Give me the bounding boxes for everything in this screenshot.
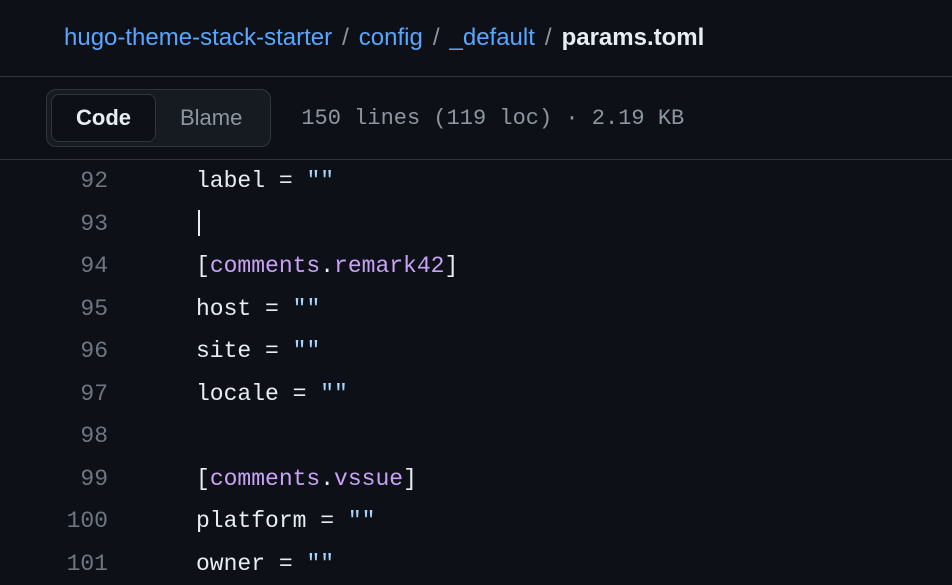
token-section: comments: [210, 253, 320, 279]
line-content[interactable]: label = "": [140, 160, 334, 203]
tab-blame[interactable]: Blame: [156, 95, 266, 141]
line-content[interactable]: platform = "": [140, 500, 375, 543]
token-eq: =: [251, 296, 292, 322]
line-number[interactable]: 97: [0, 373, 140, 416]
token-str: "": [320, 381, 348, 407]
line-number[interactable]: 92: [0, 160, 140, 203]
token-key: host: [196, 296, 251, 322]
token-eq: =: [279, 381, 320, 407]
line-content[interactable]: [comments.vssue]: [140, 458, 417, 501]
line-number[interactable]: 98: [0, 415, 140, 458]
code-line[interactable]: 93: [0, 203, 952, 246]
code-line[interactable]: 96site = "": [0, 330, 952, 373]
token-bracket: [: [196, 253, 210, 279]
code-line[interactable]: 92label = "": [0, 160, 952, 203]
code-line[interactable]: 95host = "": [0, 288, 952, 331]
file-info: 150 lines (119 loc) · 2.19 KB: [301, 106, 684, 131]
token-eq: =: [265, 168, 306, 194]
line-content[interactable]: owner = "": [140, 543, 334, 585]
token-key: locale: [196, 381, 279, 407]
token-bracket: [: [196, 466, 210, 492]
token-str: "": [348, 508, 376, 534]
line-content[interactable]: locale = "": [140, 373, 348, 416]
token-str: "": [293, 338, 321, 364]
breadcrumb-link-repo[interactable]: hugo-theme-stack-starter: [64, 24, 332, 52]
token-str: "": [306, 551, 334, 577]
token-eq: =: [251, 338, 292, 364]
breadcrumb-link-config[interactable]: config: [359, 24, 423, 52]
line-number[interactable]: 101: [0, 543, 140, 585]
token-key: site: [196, 338, 251, 364]
line-content[interactable]: [140, 203, 200, 246]
code-line[interactable]: 98: [0, 415, 952, 458]
token-key: label: [196, 168, 265, 194]
line-number[interactable]: 94: [0, 245, 140, 288]
text-cursor: [198, 210, 200, 236]
code-line[interactable]: 94[comments.remark42]: [0, 245, 952, 288]
code-line[interactable]: 97locale = "": [0, 373, 952, 416]
line-number[interactable]: 93: [0, 203, 140, 246]
token-section: comments: [210, 466, 320, 492]
file-toolbar: Code Blame 150 lines (119 loc) · 2.19 KB: [0, 76, 952, 160]
breadcrumb-link-default[interactable]: _default: [450, 24, 535, 52]
code-view[interactable]: 92label = ""9394[comments.remark42]95hos…: [0, 160, 952, 585]
line-content[interactable]: site = "": [140, 330, 320, 373]
breadcrumb-sep: /: [342, 24, 349, 52]
breadcrumb-sep: /: [545, 24, 552, 52]
line-number[interactable]: 99: [0, 458, 140, 501]
token-bracket: ]: [403, 466, 417, 492]
line-number[interactable]: 100: [0, 500, 140, 543]
token-eq: =: [265, 551, 306, 577]
tab-code[interactable]: Code: [51, 94, 156, 142]
tab-group: Code Blame: [46, 89, 271, 147]
token-str: "": [306, 168, 334, 194]
code-line[interactable]: 100platform = "": [0, 500, 952, 543]
token-eq: =: [306, 508, 347, 534]
line-number[interactable]: 96: [0, 330, 140, 373]
token-str: "": [293, 296, 321, 322]
token-bracket: .: [320, 253, 334, 279]
token-bracket: .: [320, 466, 334, 492]
token-section: vssue: [334, 466, 403, 492]
line-number[interactable]: 95: [0, 288, 140, 331]
token-key: platform: [196, 508, 306, 534]
breadcrumb: hugo-theme-stack-starter / config / _def…: [0, 0, 952, 76]
breadcrumb-sep: /: [433, 24, 440, 52]
line-content[interactable]: [comments.remark42]: [140, 245, 458, 288]
breadcrumb-current-file: params.toml: [562, 24, 705, 52]
token-section: remark42: [334, 253, 444, 279]
line-content[interactable]: host = "": [140, 288, 320, 331]
token-key: owner: [196, 551, 265, 577]
token-bracket: ]: [444, 253, 458, 279]
code-line[interactable]: 99[comments.vssue]: [0, 458, 952, 501]
code-line[interactable]: 101owner = "": [0, 543, 952, 585]
